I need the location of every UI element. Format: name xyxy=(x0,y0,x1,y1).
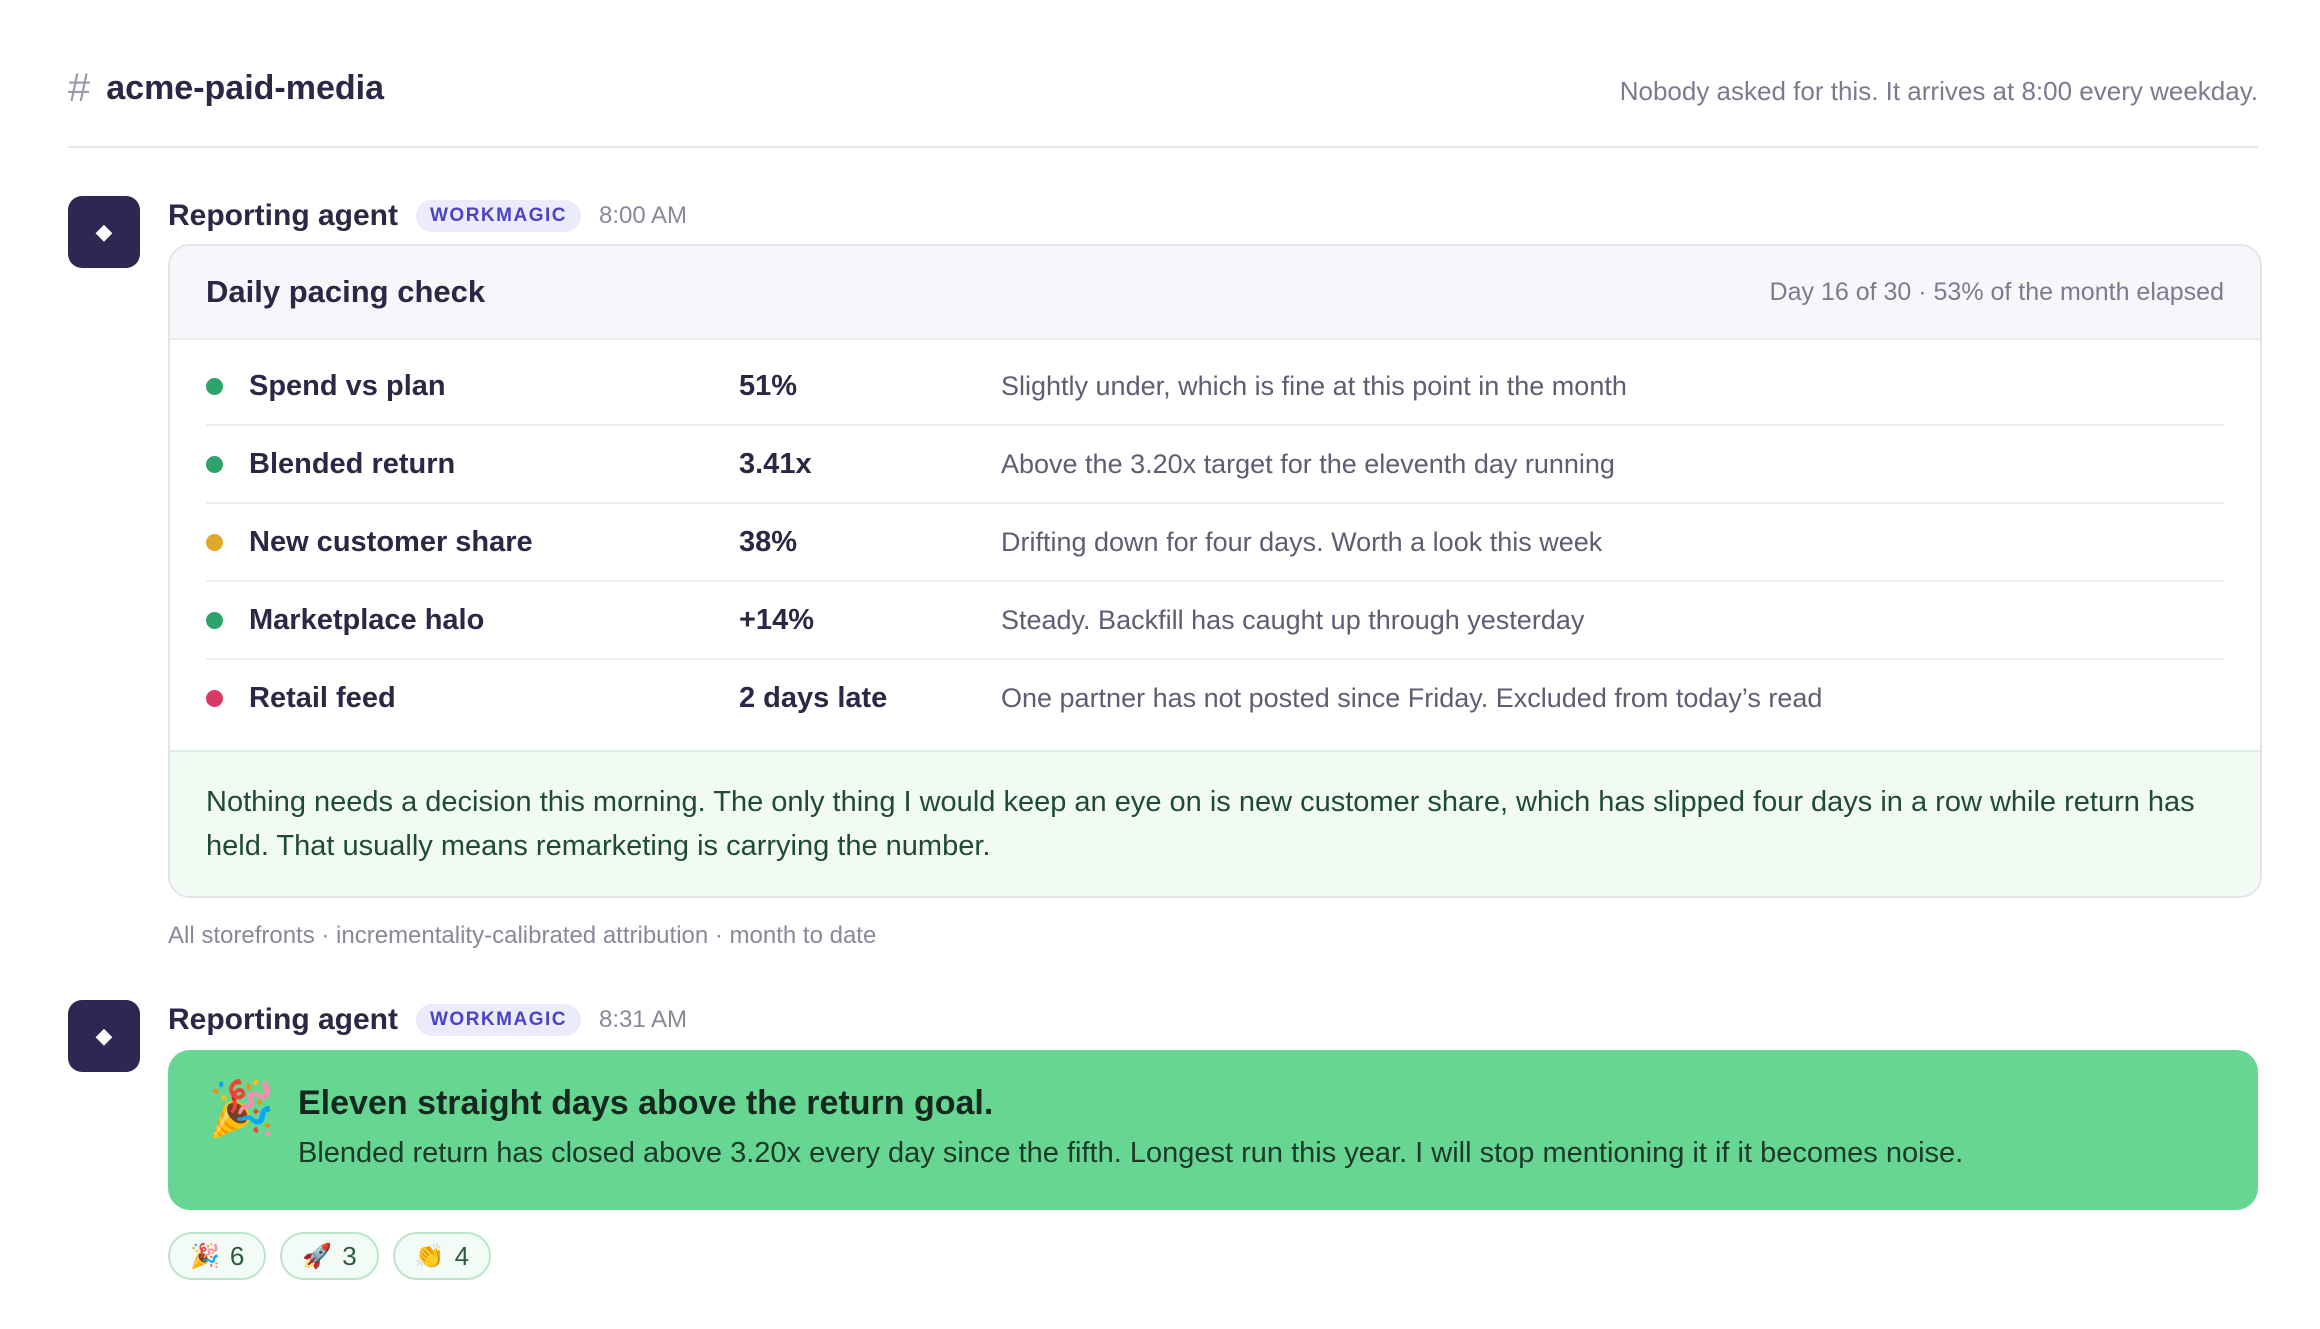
metric-name: Marketplace halo xyxy=(249,603,485,636)
status-dot xyxy=(206,689,223,707)
metric-value: 38% xyxy=(739,525,798,558)
sender-name[interactable]: Reporting agent xyxy=(168,1003,398,1037)
rocket-icon: 🚀 xyxy=(302,1242,333,1270)
metric-note: One partner has not posted since Friday.… xyxy=(1001,682,1823,713)
metric-value: 3.41x xyxy=(739,447,812,480)
metric-name: Spend vs plan xyxy=(249,369,446,402)
message-timestamp[interactable]: 8:00 AM xyxy=(599,202,687,230)
reaction-clap[interactable]: 👏 4 xyxy=(392,1232,492,1280)
message-body: Reporting agent WORKMAGIC 8:31 AM xyxy=(168,1000,2258,1040)
reaction-rocket[interactable]: 🚀 3 xyxy=(280,1232,379,1280)
reaction-count: 4 xyxy=(454,1240,470,1271)
hash-icon: # xyxy=(68,66,91,110)
app-badge: WORKMAGIC xyxy=(416,200,581,232)
metric-row: Spend vs plan 51% Slightly under, which … xyxy=(206,348,2224,426)
card-subtitle: Day 16 of 30 · 53% of the month elapsed xyxy=(1769,277,2224,306)
reaction-bar: 🎉 6 🚀 3 👏 4 xyxy=(168,1232,492,1280)
sender-name[interactable]: Reporting agent xyxy=(168,199,398,233)
diamond-icon: ◆ xyxy=(95,219,113,244)
metric-name: Blended return xyxy=(249,447,456,480)
message-timestamp[interactable]: 8:31 AM xyxy=(599,1006,687,1034)
metric-value: 51% xyxy=(739,369,798,402)
party-popper-icon: 🎉 xyxy=(190,1242,220,1270)
metric-value: +14% xyxy=(739,603,814,636)
reaction-count: 6 xyxy=(229,1240,245,1271)
message-meta: Reporting agent WORKMAGIC 8:31 AM xyxy=(168,1000,2258,1040)
metric-row: Marketplace halo +14% Steady. Backfill h… xyxy=(206,582,2224,660)
metric-note: Steady. Backfill has caught up through y… xyxy=(1001,604,1585,635)
app-badge: WORKMAGIC xyxy=(416,1004,581,1036)
card-footnote: All storefronts · incrementality-calibra… xyxy=(168,922,877,949)
message-meta: Reporting agent WORKMAGIC 8:00 AM xyxy=(168,196,2258,236)
metric-name: Retail feed xyxy=(249,681,396,714)
banner-text: Eleven straight days above the return go… xyxy=(298,1084,1963,1170)
status-dot xyxy=(206,533,223,551)
channel-page: # acme-paid-media Nobody asked for this.… xyxy=(0,0,2320,1329)
metric-list: Spend vs plan 51% Slightly under, which … xyxy=(170,340,2260,750)
metric-name: New customer share xyxy=(249,525,533,558)
metric-row: Blended return 3.41x Above the 3.20x tar… xyxy=(206,426,2224,504)
card-summary: Nothing needs a decision this morning. T… xyxy=(170,750,2260,896)
metric-row: New customer share 38% Drifting down for… xyxy=(206,504,2224,582)
party-popper-icon: 🎉 xyxy=(208,1079,276,1139)
message-body: Reporting agent WORKMAGIC 8:00 AM xyxy=(168,196,2258,236)
banner-description: Blended return has closed above 3.20x ev… xyxy=(298,1137,1964,1169)
metric-note: Slightly under, which is fine at this po… xyxy=(1001,370,1627,401)
metric-value: 2 days late xyxy=(739,681,888,714)
channel-name: acme-paid-media xyxy=(106,68,385,107)
channel-title[interactable]: # acme-paid-media xyxy=(68,68,384,108)
metric-note: Drifting down for four days. Worth a loo… xyxy=(1001,526,1603,557)
banner-title: Eleven straight days above the return go… xyxy=(298,1084,994,1122)
metric-row: Retail feed 2 days late One partner has … xyxy=(206,660,2224,736)
status-dot xyxy=(206,611,223,629)
metric-note: Above the 3.20x target for the eleventh … xyxy=(1001,448,1615,479)
avatar[interactable]: ◆ xyxy=(68,196,140,268)
celebration-banner: 🎉 Eleven straight days above the return … xyxy=(168,1050,2258,1210)
avatar[interactable]: ◆ xyxy=(68,1000,140,1072)
reaction-count: 3 xyxy=(342,1240,357,1271)
status-dot xyxy=(206,455,223,473)
card-title: Daily pacing check xyxy=(206,274,486,309)
card-header: Daily pacing check Day 16 of 30 · 53% of… xyxy=(170,246,2260,340)
diamond-icon: ◆ xyxy=(95,1023,113,1048)
pacing-card: Daily pacing check Day 16 of 30 · 53% of… xyxy=(168,244,2262,898)
channel-description: Nobody asked for this. It arrives at 8:0… xyxy=(1619,76,2258,106)
message-pacing-check: ◆ Reporting agent WORKMAGIC 8:00 AM Dail… xyxy=(68,196,2262,966)
status-dot xyxy=(206,377,223,395)
reaction-party[interactable]: 🎉 6 xyxy=(168,1232,267,1280)
message-celebration: ◆ Reporting agent WORKMAGIC 8:31 AM 🎉 El… xyxy=(68,1000,2258,1300)
clapping-hands-icon: 👏 xyxy=(414,1242,445,1270)
channel-header: # acme-paid-media Nobody asked for this.… xyxy=(68,62,2258,148)
